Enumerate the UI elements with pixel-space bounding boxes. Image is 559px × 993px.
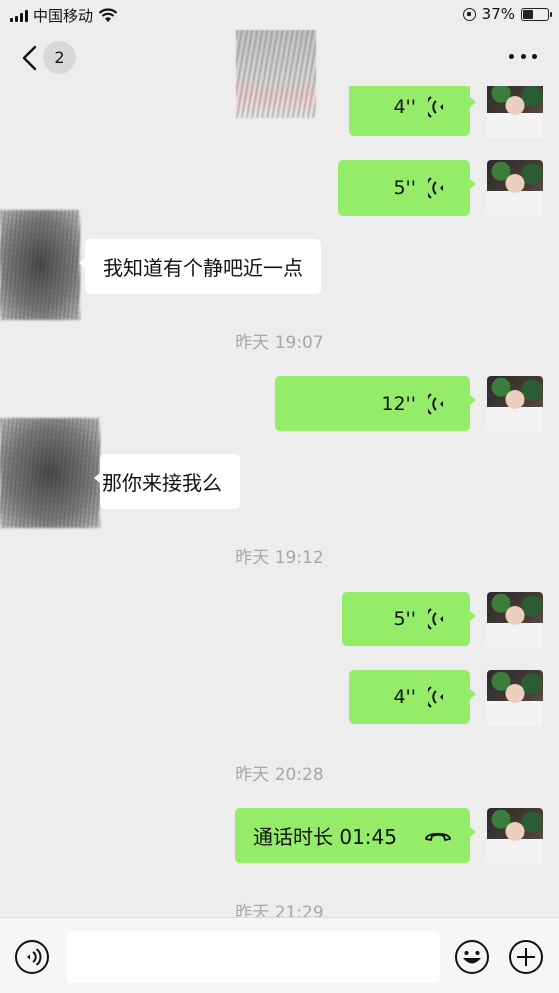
- voice-input-icon[interactable]: [14, 939, 50, 975]
- voice-duration: 4'': [393, 96, 416, 118]
- emoji-icon[interactable]: [454, 939, 490, 975]
- my-avatar[interactable]: [487, 808, 543, 864]
- nav-bar: 2: [0, 30, 559, 118]
- voice-wave-icon: [428, 96, 443, 118]
- my-avatar[interactable]: [487, 670, 543, 726]
- back-icon[interactable]: [18, 44, 42, 72]
- voice-wave-icon: [428, 392, 443, 415]
- voice-wave-icon: [428, 686, 443, 708]
- timestamp-separator: 昨天 20:28: [235, 765, 324, 785]
- message-text: 我知道有个静吧近一点: [103, 256, 303, 280]
- status-left: 中国移动: [10, 5, 118, 26]
- battery-icon: [521, 7, 552, 21]
- battery-percent: 37%: [481, 5, 515, 23]
- voice-message-bubble[interactable]: 5'': [342, 592, 476, 646]
- voice-duration: 5'': [393, 177, 416, 199]
- voice-duration: 12'': [381, 392, 416, 415]
- voice-duration: 5'': [393, 608, 416, 630]
- status-bar: 中国移动 37%: [0, 0, 559, 30]
- unread-badge[interactable]: 2: [43, 41, 76, 74]
- phone-hangup-icon: [425, 832, 451, 841]
- my-avatar[interactable]: [487, 86, 543, 138]
- my-avatar[interactable]: [487, 592, 543, 648]
- contact-avatar[interactable]: [0, 210, 80, 320]
- my-avatar[interactable]: [487, 376, 543, 432]
- chat-area[interactable]: 4'' 5'' 我知道有个静吧近一点 昨天 19:07 12'' 那你来接我么 …: [0, 86, 559, 917]
- voice-wave-icon: [428, 177, 443, 199]
- call-record-bubble[interactable]: 通话时长 01:45: [235, 808, 476, 863]
- signal-icon: [10, 9, 28, 22]
- wifi-icon: [98, 8, 118, 22]
- contact-avatar[interactable]: [0, 418, 100, 528]
- voice-duration: 4'': [393, 686, 416, 708]
- my-avatar[interactable]: [487, 160, 543, 216]
- plus-icon[interactable]: [508, 939, 544, 975]
- incoming-text-bubble[interactable]: 我知道有个静吧近一点: [79, 239, 321, 294]
- lock-rotation-icon: [462, 7, 476, 21]
- voice-message-bubble[interactable]: 5'': [338, 160, 476, 216]
- call-duration-text: 通话时长 01:45: [253, 825, 397, 849]
- more-icon[interactable]: [509, 54, 537, 62]
- message-input[interactable]: [66, 931, 440, 983]
- incoming-text-bubble[interactable]: 那你来接我么: [94, 454, 240, 509]
- timestamp-separator: 昨天 21:29: [235, 903, 324, 917]
- timestamp-separator: 昨天 19:07: [235, 333, 324, 353]
- message-text: 那你来接我么: [102, 471, 222, 495]
- voice-message-bubble[interactable]: 4'': [349, 670, 476, 724]
- voice-message-bubble[interactable]: 4'': [349, 86, 476, 136]
- voice-message-bubble[interactable]: 12'': [275, 376, 476, 431]
- status-right: 37%: [462, 5, 552, 23]
- carrier-label: 中国移动: [33, 7, 94, 25]
- timestamp-separator: 昨天 19:12: [235, 548, 324, 568]
- input-bar: [0, 917, 559, 993]
- voice-wave-icon: [428, 608, 443, 630]
